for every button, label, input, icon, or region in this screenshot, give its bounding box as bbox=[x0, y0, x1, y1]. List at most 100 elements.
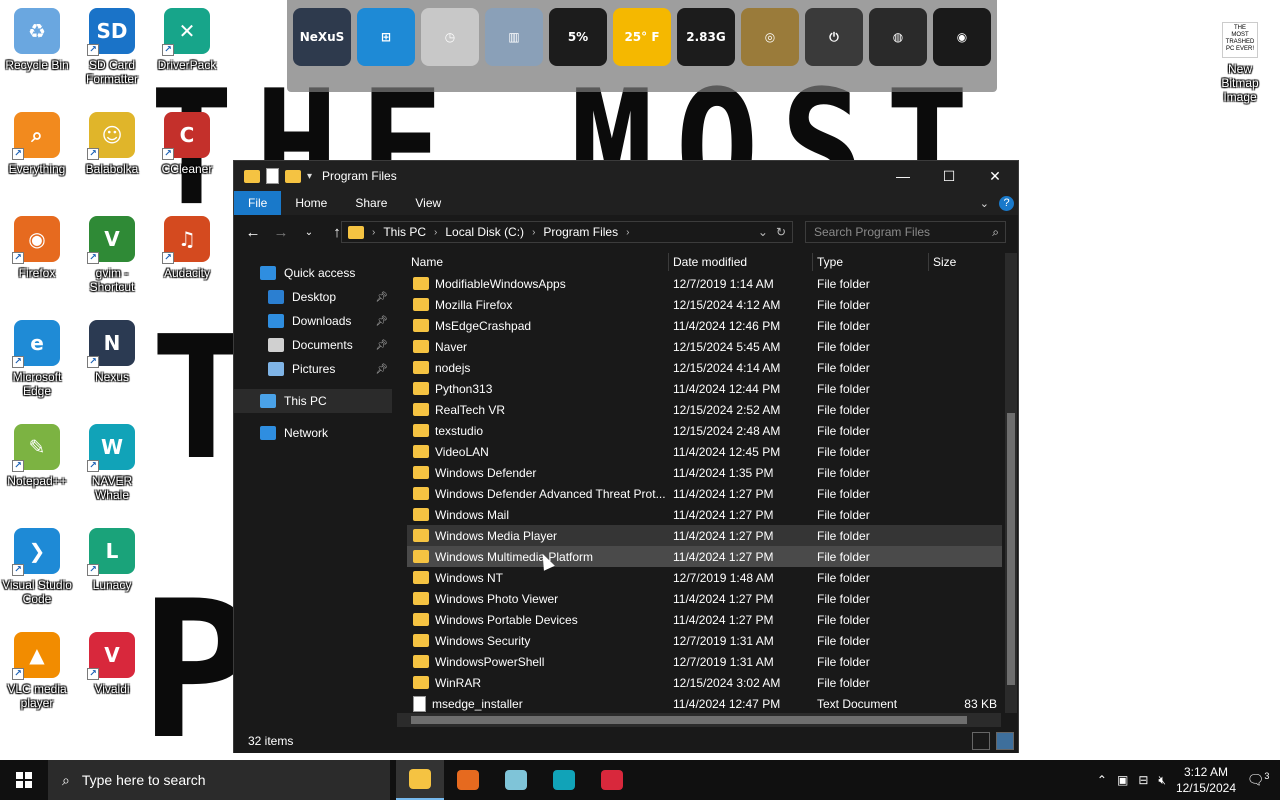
file-row[interactable]: Windows NT 12/7/2019 1:48 AM File folder bbox=[407, 567, 1002, 588]
dock-clock-icon[interactable]: ◷ bbox=[421, 8, 479, 66]
nav-item-network[interactable]: Network bbox=[234, 421, 392, 445]
breadcrumb-local-disk[interactable]: Local Disk (C:) bbox=[445, 225, 524, 239]
pin-icon[interactable]: 📌︎ bbox=[375, 316, 388, 327]
desktop-icon-ccleaner[interactable]: C ↗ CCleaner bbox=[150, 112, 224, 176]
network-icon[interactable]: ⊟ bbox=[1138, 773, 1148, 787]
desktop-icon-sd-card-formatter[interactable]: SD ↗ SD Card Formatter bbox=[75, 8, 149, 86]
column-name[interactable]: Name bbox=[407, 253, 669, 271]
maximize-button[interactable]: ☐ bbox=[926, 161, 972, 191]
dock-power-icon[interactable]: ⏻ bbox=[805, 8, 863, 66]
desktop-icon-microsoft-edge[interactable]: e ↗ Microsoft Edge bbox=[0, 320, 74, 398]
properties-icon[interactable] bbox=[266, 168, 279, 184]
column-size[interactable]: Size bbox=[929, 253, 1001, 271]
file-row[interactable]: Naver 12/15/2024 5:45 AM File folder bbox=[407, 336, 1002, 357]
pin-icon[interactable]: 📌︎ bbox=[375, 340, 388, 351]
nav-item-this-pc[interactable]: This PC bbox=[234, 389, 392, 413]
file-row[interactable]: MsEdgeCrashpad 11/4/2024 12:46 PM File fol… bbox=[407, 315, 1002, 336]
minimize-button[interactable]: — bbox=[880, 161, 926, 191]
desktop-icon-notepad[interactable]: ✎ ↗ Notepad++ bbox=[0, 424, 74, 488]
desktop-icon-firefox[interactable]: ◉ ↗ Firefox bbox=[0, 216, 74, 280]
dock-network-globe-icon[interactable]: ◎ bbox=[741, 8, 799, 66]
tab-home[interactable]: Home bbox=[281, 191, 341, 215]
horizontal-scrollbar[interactable] bbox=[397, 713, 1001, 727]
file-row[interactable]: RealTech VR 12/15/2024 2:52 AM File folder bbox=[407, 399, 1002, 420]
desktop-icon-naver-whale[interactable]: W ↗ NAVER Whale bbox=[75, 424, 149, 502]
desktop-icon-balabolka[interactable]: ☺ ↗ Balabolka bbox=[75, 112, 149, 176]
desktop-icon-nexus[interactable]: N ↗ Nexus bbox=[75, 320, 149, 384]
dock-recycle-bin-icon[interactable]: ▥ bbox=[485, 8, 543, 66]
dock-windows-icon[interactable]: ⊞ bbox=[357, 8, 415, 66]
file-row[interactable]: Windows Mail 11/4/2024 1:27 PM File folder bbox=[407, 504, 1002, 525]
vertical-scrollbar[interactable] bbox=[1005, 253, 1017, 713]
refresh-icon[interactable]: ↻ bbox=[776, 225, 786, 239]
pin-icon[interactable]: 📌︎ bbox=[375, 364, 388, 375]
taskbar-firefox-button[interactable] bbox=[444, 760, 492, 800]
tray-app-icon[interactable]: ▣ bbox=[1117, 773, 1128, 787]
chevron-right-icon[interactable]: › bbox=[372, 227, 375, 238]
desktop-icon-audacity[interactable]: ♫ ↗ Audacity bbox=[150, 216, 224, 280]
search-icon[interactable]: ⌕ bbox=[992, 225, 999, 240]
file-row[interactable]: Python313 11/4/2024 12:44 PM File folder bbox=[407, 378, 1002, 399]
file-row[interactable]: nodejs 12/15/2024 4:14 AM File folder bbox=[407, 357, 1002, 378]
dock-weather-icon[interactable]: 25° F bbox=[613, 8, 671, 66]
file-row[interactable]: WindowsPowerShell 12/7/2019 1:31 AM File f… bbox=[407, 651, 1002, 672]
close-button[interactable]: ✕ bbox=[972, 161, 1018, 191]
volume-muted-icon[interactable]: 🔇︎ bbox=[1158, 773, 1166, 788]
file-row[interactable]: Mozilla Firefox 12/15/2024 4:12 AM File fo… bbox=[407, 294, 1002, 315]
column-type[interactable]: Type bbox=[813, 253, 929, 271]
scroll-thumb[interactable] bbox=[411, 716, 967, 724]
file-row[interactable]: Windows Defender Advanced Threat Prot...… bbox=[407, 483, 1002, 504]
taskbar-file-explorer-button[interactable] bbox=[396, 760, 444, 800]
taskbar-search-box[interactable]: ⌕ Type here to search bbox=[48, 760, 390, 800]
file-row[interactable]: WinRAR 12/15/2024 3:02 AM File folder bbox=[407, 672, 1002, 693]
desktop-icon-vivaldi[interactable]: V ↗ Vivaldi bbox=[75, 632, 149, 696]
taskbar-naver-whale-button[interactable] bbox=[540, 760, 588, 800]
desktop-icon-recycle-bin[interactable]: ♻ Recycle Bin bbox=[0, 8, 74, 72]
title-bar[interactable]: ▾ Program Files — ☐ ✕ bbox=[234, 161, 1018, 191]
recent-locations-icon[interactable]: ⌄ bbox=[298, 227, 320, 238]
dock-cpu-meter-icon[interactable]: 5% bbox=[549, 8, 607, 66]
file-row[interactable]: Windows Portable Devices 11/4/2024 1:27 P… bbox=[407, 609, 1002, 630]
desktop-icon-visual-studio-code[interactable]: ❯ ↗ Visual Studio Code bbox=[0, 528, 74, 606]
desktop-icon-lunacy[interactable]: L ↗ Lunacy bbox=[75, 528, 149, 592]
nav-item-quick-access[interactable]: Quick access bbox=[234, 261, 392, 285]
address-bar[interactable]: › This PC › Local Disk (C:) › Program Fi… bbox=[341, 221, 793, 243]
desktop-icon-gvim-shortcut[interactable]: V ↗ gvim - Shortcut bbox=[75, 216, 149, 294]
notification-center-icon[interactable]: 🗨︎3 bbox=[1246, 771, 1270, 789]
show-hidden-icons-icon[interactable]: ⌃ bbox=[1097, 773, 1107, 787]
address-dropdown-icon[interactable]: ⌄ bbox=[758, 225, 768, 239]
file-row[interactable]: Windows Photo Viewer 11/4/2024 1:27 PM Fil… bbox=[407, 588, 1002, 609]
breadcrumb-this-pc[interactable]: This PC bbox=[383, 225, 426, 239]
chevron-right-icon[interactable]: › bbox=[532, 227, 535, 238]
clock[interactable]: 3:12 AM 12/15/2024 bbox=[1176, 764, 1236, 796]
dock-nexus-icon[interactable]: NeXuS bbox=[293, 8, 351, 66]
file-row[interactable]: Windows Media Player 11/4/2024 1:27 PM Fil… bbox=[407, 525, 1002, 546]
desktop-icon-vlc-media-player[interactable]: ▲ ↗ VLC media player bbox=[0, 632, 74, 710]
large-icons-view-button[interactable] bbox=[996, 732, 1014, 750]
file-row[interactable]: ModifiableWindowsApps 12/7/2019 1:14 AM Fi… bbox=[407, 273, 1002, 294]
nav-item-documents[interactable]: Documents 📌︎ bbox=[234, 333, 392, 357]
tab-view[interactable]: View bbox=[401, 191, 455, 215]
column-date-modified[interactable]: Date modified bbox=[669, 253, 813, 271]
taskbar-vivaldi-button[interactable] bbox=[588, 760, 636, 800]
scroll-thumb[interactable] bbox=[1007, 413, 1015, 685]
desktop-icon-driverpack[interactable]: ✕ ↗ DriverPack bbox=[150, 8, 224, 72]
file-row[interactable]: Windows Defender 11/4/2024 1:35 PM File fo… bbox=[407, 462, 1002, 483]
file-row[interactable]: Windows Security 12/7/2019 1:31 AM File fo… bbox=[407, 630, 1002, 651]
nav-item-desktop[interactable]: Desktop 📌︎ bbox=[234, 285, 392, 309]
chevron-right-icon[interactable]: › bbox=[626, 227, 629, 238]
nav-item-pictures[interactable]: Pictures 📌︎ bbox=[234, 357, 392, 381]
start-button[interactable] bbox=[0, 760, 48, 800]
dock-camera-icon[interactable]: ◉ bbox=[933, 8, 991, 66]
pin-icon[interactable]: 📌︎ bbox=[375, 292, 388, 303]
desktop-icon-new-bitmap-image[interactable]: THE MOST TRASHED PC EVER! New Bitmap Ima… bbox=[1210, 22, 1270, 104]
search-input[interactable]: Search Program Files ⌕ bbox=[805, 221, 1006, 243]
new-folder-icon[interactable] bbox=[285, 169, 301, 183]
chevron-right-icon[interactable]: › bbox=[434, 227, 437, 238]
customize-toolbar-icon[interactable]: ▾ bbox=[307, 171, 312, 182]
tab-share[interactable]: Share bbox=[341, 191, 401, 215]
dock-memory-meter-icon[interactable]: 2.83G bbox=[677, 8, 735, 66]
details-view-button[interactable] bbox=[972, 732, 990, 750]
desktop-icon-everything[interactable]: ⌕ ↗ Everything bbox=[0, 112, 74, 176]
file-row[interactable]: VideoLAN 11/4/2024 12:45 PM File folder bbox=[407, 441, 1002, 462]
